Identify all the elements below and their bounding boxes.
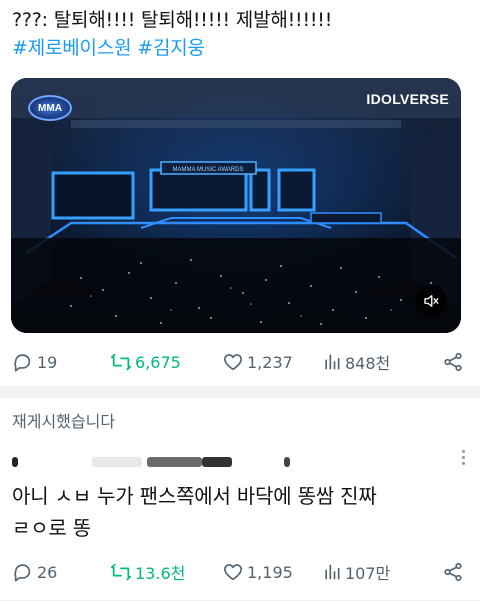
censor-block [12, 457, 18, 467]
concert-stage-image: MAMMA MUSIC AWARDS [11, 78, 461, 333]
reply-action-bar: 26 13.6천 1,195 107만 [12, 560, 468, 584]
mma-logo: MMA [28, 95, 72, 121]
bar-chart-icon [325, 354, 340, 370]
share-icon [444, 562, 462, 582]
censor-block [92, 457, 142, 467]
bar-chart-icon [325, 564, 340, 580]
hashtag-link[interactable]: #제로베이스원 [12, 37, 132, 59]
reply-text-line: 아니 ㅅㅂ 누가 팬스쪽에서 바닥에 똥쌈 진짜 [12, 484, 377, 508]
like-button[interactable]: 1,195 [222, 561, 293, 583]
repost-count: 6,675 [135, 352, 181, 372]
heart-icon [223, 564, 243, 581]
repost-label: 재게시했습니다 [12, 412, 116, 431]
reply-text-line: ㄹㅇ로 똥 [12, 516, 91, 540]
censored-author-row [12, 450, 468, 472]
bottom-divider [0, 600, 480, 601]
idolverse-watermark: IDOLVERSE [366, 91, 449, 107]
views-count: 107만 [345, 564, 391, 583]
like-count: 1,195 [247, 562, 293, 582]
repost-button[interactable]: 6,675 [110, 351, 181, 373]
hashtag-link[interactable]: #김지웅 [137, 37, 205, 59]
like-button[interactable]: 1,237 [222, 351, 293, 373]
repost-icon [110, 353, 132, 371]
tweet-action-bar: 19 6,675 1,237 848천 [12, 350, 468, 374]
reply-icon [14, 564, 31, 582]
mute-glyph [424, 295, 439, 307]
views-button[interactable]: 848천 [322, 350, 390, 374]
reply-count: 26 [37, 562, 58, 582]
censor-block [147, 457, 202, 467]
reply-button[interactable]: 26 [12, 561, 57, 583]
censor-block [202, 457, 232, 467]
like-count: 1,237 [247, 352, 293, 372]
reply-icon [14, 354, 31, 372]
views-button[interactable]: 107만 [322, 560, 390, 584]
censor-block [284, 457, 290, 467]
share-button[interactable] [442, 351, 464, 373]
more-options-icon[interactable] [462, 450, 468, 465]
reply-count: 19 [37, 352, 58, 372]
reply-text: 아니 ㅅㅂ 누가 팬스쪽에서 바닥에 똥쌈 진짜 ㄹㅇ로 똥 [12, 480, 377, 544]
reply-button[interactable]: 19 [12, 351, 57, 373]
hashtag-row: #제로베이스원 #김지웅 [12, 34, 332, 62]
stage-sign: MAMMA MUSIC AWARDS [173, 167, 244, 173]
section-divider [0, 386, 480, 398]
repost-icon [110, 563, 132, 581]
repost-count: 13.6천 [135, 564, 186, 583]
views-count: 848천 [345, 354, 391, 373]
repost-button[interactable]: 13.6천 [110, 560, 185, 584]
tweet-text-line: ???: 탈퇴해!!!! 탈퇴해!!!!! 제발해!!!!!! [12, 9, 333, 31]
share-icon [444, 352, 462, 372]
video-player[interactable]: MAMMA MUSIC AWARDS MMA IDOLVERSE [11, 78, 461, 333]
share-button[interactable] [442, 561, 464, 583]
speaker-muted-icon[interactable] [415, 285, 447, 317]
tweet-text: ???: 탈퇴해!!!! 탈퇴해!!!!! 제발해!!!!!! #제로베이스원 … [12, 6, 332, 62]
heart-icon [223, 354, 243, 371]
